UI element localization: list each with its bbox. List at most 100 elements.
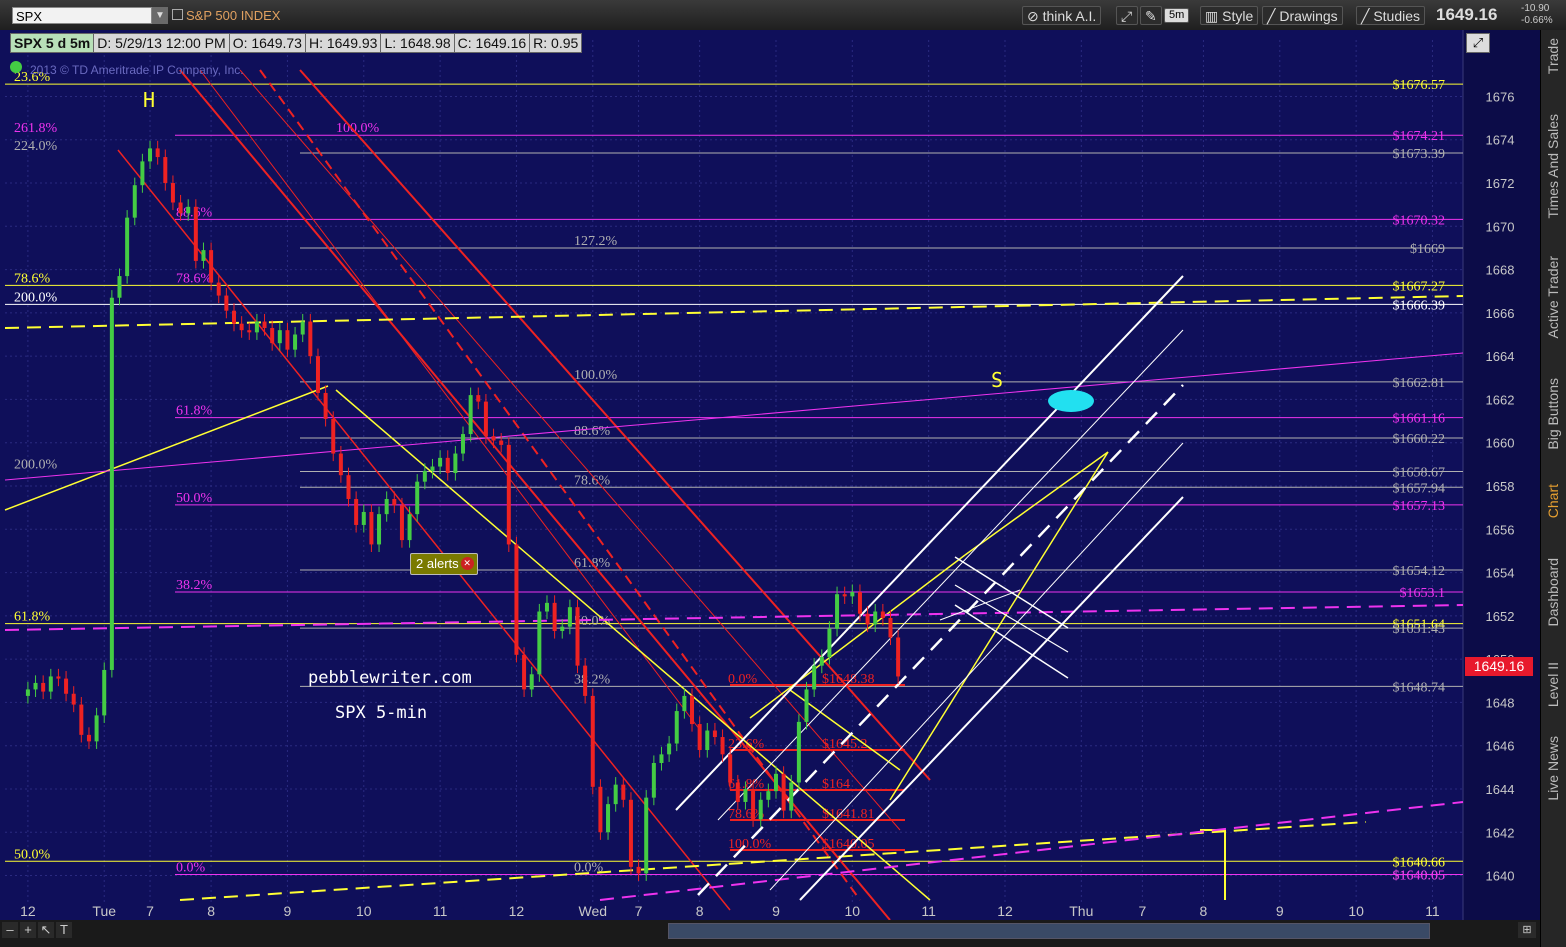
fib-percent-label: 78.6% — [176, 271, 213, 286]
tab-trade[interactable]: Trade — [1541, 38, 1566, 98]
red-fib-label: 0.0% — [728, 672, 758, 687]
fit-icon[interactable]: ⊞ — [1518, 922, 1536, 938]
status-dot-icon[interactable] — [10, 61, 22, 73]
x-tick-label: 12 — [20, 903, 36, 919]
fib-percent-label: 88.6% — [574, 424, 611, 439]
x-tick-label: 8 — [696, 903, 704, 919]
candle-up — [186, 206, 191, 214]
studies-button[interactable]: ╱ Studies — [1356, 6, 1426, 25]
candle-up — [461, 434, 466, 454]
candle-up — [560, 626, 565, 631]
time-scrollbar[interactable] — [668, 923, 1430, 939]
x-tick-label: 8 — [1200, 903, 1208, 919]
tab-live-news[interactable]: Live News — [1541, 736, 1566, 816]
candle-up — [567, 607, 572, 627]
y-tick-label: 1676 — [1486, 89, 1515, 104]
change-pct: -0.66% — [1521, 15, 1553, 26]
x-tick-label: 7 — [146, 903, 154, 919]
candle-down — [880, 611, 885, 619]
y-tick-label: 1658 — [1486, 479, 1515, 494]
quote-close: C: 1649.16 — [453, 33, 531, 53]
candle-up — [659, 754, 664, 764]
fib-level-label: $1657.94 — [1393, 481, 1446, 496]
style-button[interactable]: ▥ Style — [1200, 6, 1259, 25]
style-label: Style — [1222, 8, 1254, 24]
x-tick-label: Thu — [1069, 903, 1093, 919]
drawings-button[interactable]: ╱ Drawings — [1262, 6, 1343, 25]
candle-down — [728, 754, 733, 783]
candle-down — [41, 682, 46, 692]
zoom-out-icon[interactable]: – — [2, 922, 18, 938]
timeframe-button[interactable]: 5m — [1164, 8, 1190, 23]
tab-level-ii[interactable]: Level II — [1541, 662, 1566, 720]
quote-bar: SPX 5 d 5m D: 5/29/13 12:00 PM O: 1649.73 H… — [10, 33, 583, 53]
candle-up — [796, 721, 801, 783]
red-fib-label: $1648.38 — [822, 672, 875, 687]
y-tick-label: 1654 — [1486, 566, 1515, 581]
candle-up — [254, 321, 259, 333]
candle-up — [674, 711, 679, 744]
tab-times-and-sales[interactable]: Times And Sales — [1541, 114, 1566, 239]
candle-up — [529, 674, 534, 690]
candle-down — [56, 676, 61, 679]
y-tick-label: 1662 — [1486, 392, 1515, 407]
candle-up — [873, 611, 878, 625]
candle-up — [766, 791, 771, 800]
tab-big-buttons[interactable]: Big Buttons — [1541, 378, 1566, 468]
fib-percent-label: 224.0% — [14, 139, 58, 154]
candle-down — [323, 392, 328, 419]
tab-dashboard[interactable]: Dashboard — [1541, 558, 1566, 644]
zoom-in-icon[interactable]: + — [20, 922, 36, 938]
fib-percent-label: 61.8% — [176, 404, 213, 419]
candle-down — [896, 637, 901, 677]
y-tick-label: 1656 — [1486, 522, 1515, 537]
candle-up — [422, 470, 427, 482]
change-abs: -10.90 — [1521, 3, 1550, 14]
text-tool-icon[interactable]: T — [56, 922, 72, 938]
think-ai-button[interactable]: ⊘ think A.I. — [1022, 6, 1102, 25]
quote-range: R: 0.95 — [529, 33, 583, 53]
chart-settings-icon[interactable]: ⤢ — [1466, 33, 1490, 53]
symbol-input[interactable]: SPX — [12, 7, 152, 24]
candle-down — [628, 799, 633, 867]
candle-down — [308, 321, 313, 357]
candle-down — [86, 734, 91, 742]
cursor-icon[interactable]: ↖ — [38, 922, 54, 938]
tab-chart[interactable]: Chart — [1541, 484, 1566, 536]
candle-down — [842, 594, 847, 597]
candle-down — [392, 498, 397, 506]
close-icon[interactable]: ✕ — [460, 557, 474, 570]
candle-up — [743, 788, 748, 802]
candle-up — [812, 665, 817, 690]
candle-down — [224, 295, 229, 311]
candle-down — [888, 618, 893, 638]
candle-up — [94, 715, 99, 742]
y-tick-label: 1666 — [1486, 306, 1515, 321]
fib-level-label: $1661.16 — [1393, 412, 1446, 427]
candle-down — [232, 310, 237, 324]
candle-up — [48, 676, 53, 692]
fib-percent-label: 78.6% — [14, 271, 51, 286]
link-icon[interactable] — [172, 9, 183, 20]
tab-label: Active Trader — [1545, 256, 1561, 339]
fib-percent-label: 61.8% — [14, 610, 51, 625]
symbol-dropdown-icon[interactable]: ▼ — [152, 7, 168, 24]
wrench-icon[interactable]: ✎ — [1140, 6, 1162, 25]
fib-level-label: $1654.12 — [1393, 564, 1446, 579]
tab-label: Dashboard — [1545, 558, 1561, 627]
tab-active-trader[interactable]: Active Trader — [1541, 256, 1566, 364]
candle-down — [506, 444, 511, 545]
candle-up — [544, 602, 549, 612]
tab-label: Trade — [1545, 38, 1561, 75]
candle-down — [216, 282, 221, 296]
candle-down — [514, 544, 519, 655]
fib-level-label: $1653.1 — [1400, 586, 1446, 601]
candle-down — [338, 453, 343, 476]
x-tick-label: 12 — [997, 903, 1013, 919]
drawing-tool-icon[interactable]: ⤢ — [1116, 6, 1138, 25]
candle-up — [125, 217, 130, 277]
site-annotation: pebblewriter.com — [308, 668, 472, 688]
alerts-badge[interactable]: 2 alerts ✕ — [410, 553, 478, 575]
price-chart[interactable]: 1640164216441646164816501652165416561658… — [0, 30, 1540, 920]
candle-up — [148, 148, 153, 162]
